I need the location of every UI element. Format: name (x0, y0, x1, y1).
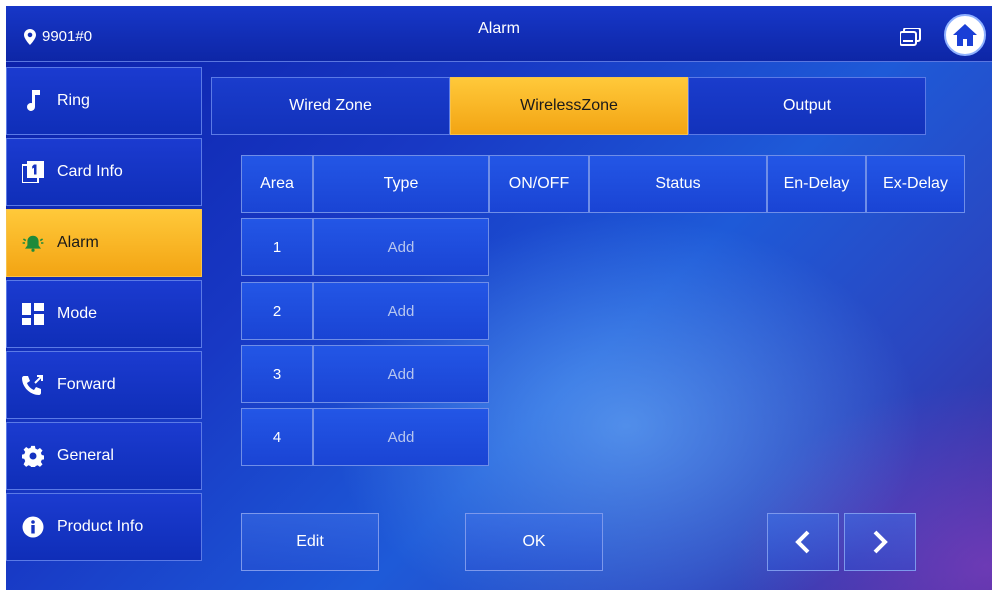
column-header-type: Type (313, 155, 489, 213)
sidebar-item-label: General (57, 447, 114, 464)
table-row-area: 3 (241, 345, 313, 403)
table-row-area: 1 (241, 218, 313, 276)
sidebar-item-mode[interactable]: Mode (6, 280, 202, 348)
sidebar-item-label: Mode (57, 305, 98, 322)
sidebar-item-alarm[interactable]: Alarm (6, 209, 202, 277)
music-note-icon (21, 89, 45, 113)
forward-call-icon (21, 373, 45, 397)
sidebar-item-card-info[interactable]: Card Info (6, 138, 202, 206)
device-list-icon[interactable] (900, 28, 922, 46)
chevron-left-icon (795, 530, 810, 554)
home-icon (953, 24, 977, 46)
tab-output[interactable]: Output (688, 77, 926, 135)
column-header-ex-delay: Ex-Delay (866, 155, 965, 213)
screen: 9901#0 Alarm Ring Card Info Alarm Mode F… (6, 6, 992, 590)
sidebar-item-label: Forward (57, 376, 116, 393)
table-row-add-button[interactable]: Add (313, 345, 489, 403)
info-icon (21, 515, 45, 539)
table-row-area: 2 (241, 282, 313, 340)
gear-icon (21, 444, 45, 468)
header-bar: 9901#0 Alarm (6, 6, 992, 62)
sidebar-item-label: Alarm (57, 234, 99, 251)
sidebar-item-label: Product Info (57, 518, 144, 535)
sidebar-item-label: Ring (57, 92, 90, 109)
chevron-right-icon (873, 530, 888, 554)
tab-label: Output (782, 97, 832, 114)
grid-icon (21, 302, 45, 326)
sidebar-item-label: Card Info (57, 163, 123, 180)
sidebar-item-product-info[interactable]: Product Info (6, 493, 202, 561)
table-row-add-button[interactable]: Add (313, 282, 489, 340)
tab-wired-zone[interactable]: Wired Zone (211, 77, 450, 135)
column-header-area: Area (241, 155, 313, 213)
ok-button[interactable]: OK (465, 513, 603, 571)
tab-label: Wired Zone (289, 97, 372, 114)
edit-button[interactable]: Edit (241, 513, 379, 571)
next-page-button[interactable] (844, 513, 916, 571)
sidebar-item-forward[interactable]: Forward (6, 351, 202, 419)
table-row-add-button[interactable]: Add (313, 218, 489, 276)
home-button[interactable] (944, 14, 986, 56)
card-icon (21, 160, 45, 184)
page-title: Alarm (478, 20, 520, 37)
previous-page-button[interactable] (767, 513, 839, 571)
column-header-status: Status (589, 155, 767, 213)
alarm-bell-icon (21, 231, 45, 255)
column-header-on-off: ON/OFF (489, 155, 589, 213)
table-row-add-button[interactable]: Add (313, 408, 489, 466)
sidebar-item-general[interactable]: General (6, 422, 202, 490)
column-header-en-delay: En-Delay (767, 155, 866, 213)
tab-label: WirelessZone (520, 97, 618, 114)
tab-wireless-zone[interactable]: WirelessZone (450, 77, 688, 135)
sidebar-item-ring[interactable]: Ring (6, 67, 202, 135)
table-row-area: 4 (241, 408, 313, 466)
